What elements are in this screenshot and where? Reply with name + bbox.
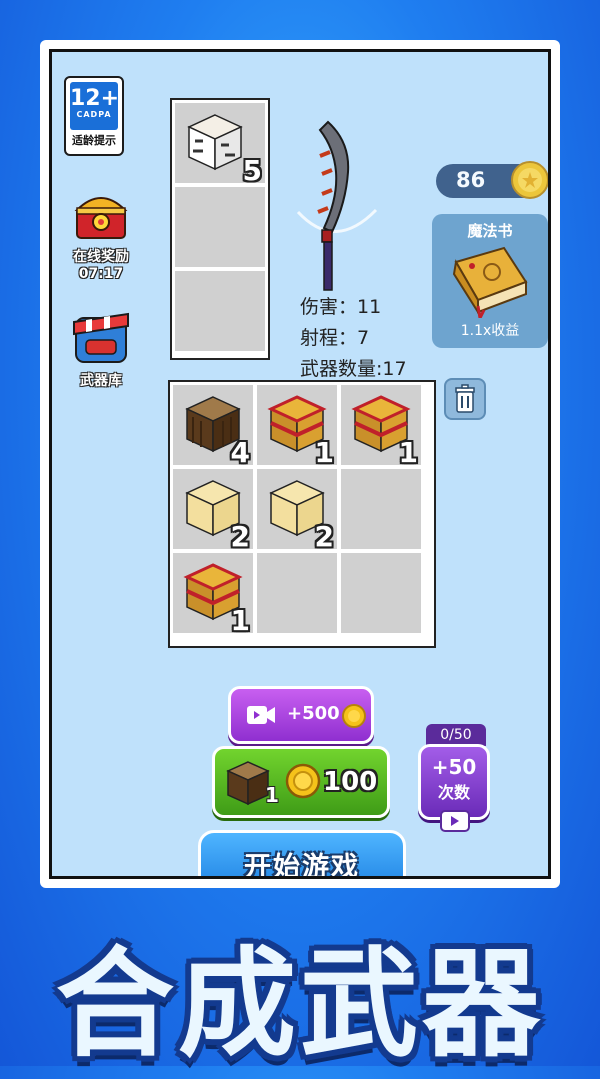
grid-cell[interactable]: 4 — [173, 385, 253, 469]
material-slot[interactable]: 5 — [175, 103, 265, 187]
age-rating-org: CADPA — [76, 110, 112, 119]
cell-count: 4 — [230, 436, 250, 469]
start-game-button[interactable]: 开始游戏 — [198, 830, 406, 879]
video-icon — [440, 810, 470, 832]
watch-ad-coins-label: +500 — [287, 703, 340, 724]
grid-cell[interactable] — [341, 469, 421, 549]
grid-cell[interactable] — [341, 553, 421, 633]
coin-value: 86 — [456, 168, 486, 192]
material-slot[interactable] — [175, 271, 265, 351]
buy-block-button[interactable]: 1 100 — [212, 746, 390, 818]
weapon-range: 射程：7 — [300, 327, 370, 349]
video-icon — [247, 706, 275, 724]
material-slot[interactable] — [175, 187, 265, 267]
trash-button[interactable] — [444, 378, 486, 420]
watch-ad-coins-button[interactable]: +500 — [228, 686, 374, 744]
curved-blade-icon — [296, 120, 378, 291]
weapon-damage: 伤害：11 — [300, 296, 382, 318]
cell-count: 2 — [230, 520, 250, 553]
game-screen: 12+ CADPA 适龄提示 在线奖励 07:17 武器库 5 伤害：11 射程… — [49, 49, 551, 879]
magic-book-button[interactable]: 魔法书 1.1x收益 — [432, 214, 548, 348]
coin-icon — [285, 763, 321, 799]
armory-button[interactable]: 武器库 — [64, 304, 138, 390]
magic-book-title: 魔法书 — [467, 222, 513, 240]
title-banner: 合成武器 — [0, 900, 600, 1073]
online-reward-label: 在线奖励 — [73, 249, 129, 265]
birch-block-icon — [187, 114, 243, 171]
cell-count: 1 — [314, 436, 334, 469]
start-game-label: 开始游戏 — [244, 852, 360, 879]
treasure-chest-icon — [74, 197, 128, 239]
magic-book-bonus: 1.1x收益 — [460, 323, 520, 339]
merge-grid: 4 1 1 2 2 1 — [168, 380, 436, 648]
armory-label: 武器库 — [80, 373, 122, 389]
coin-icon — [511, 161, 548, 199]
cell-count: 1 — [398, 436, 418, 469]
weapon-stats: 伤害：11 射程：7 武器数量:17 — [300, 292, 407, 385]
cell-count: 2 — [314, 520, 334, 553]
banner-title: 合成武器 — [55, 935, 544, 1073]
age-rating-tip: 适龄提示 — [72, 134, 116, 147]
age-rating-value: 12+ — [70, 86, 120, 111]
grid-cell[interactable]: 1 — [341, 385, 421, 469]
bonus-attempts-button[interactable]: 0/50 +50 次数 — [418, 724, 490, 842]
online-reward-button[interactable]: 在线奖励 07:17 — [64, 186, 138, 282]
grid-cell[interactable] — [257, 553, 337, 633]
bonus-times: 次数 — [437, 783, 470, 802]
grid-cell[interactable]: 1 — [257, 385, 337, 469]
online-reward-timer: 07:17 — [78, 266, 124, 282]
age-rating-badge: 12+ CADPA 适龄提示 — [64, 76, 124, 156]
slot-count: 5 — [242, 154, 262, 187]
magic-book-icon — [452, 246, 528, 318]
coin-icon — [342, 704, 366, 728]
buy-price: 100 — [323, 767, 378, 797]
coin-counter: 86 — [436, 161, 548, 199]
cell-count: 1 — [230, 604, 250, 637]
weapon-shop-icon — [73, 312, 129, 363]
trash-icon — [455, 384, 475, 413]
bonus-progress: 0/50 — [426, 724, 486, 746]
material-slots: 5 — [170, 98, 270, 360]
buy-quantity: 1 — [265, 783, 279, 807]
grid-cell[interactable]: 1 — [173, 553, 253, 637]
grid-cell[interactable]: 2 — [173, 469, 253, 553]
bonus-plus: +50 — [431, 755, 477, 779]
grid-cell[interactable]: 2 — [257, 469, 337, 553]
